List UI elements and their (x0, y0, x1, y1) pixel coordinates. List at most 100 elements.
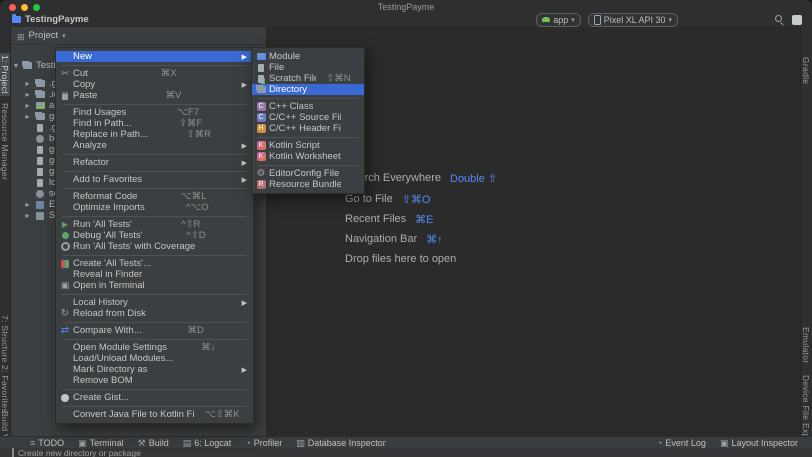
tool-window-icon (296, 438, 305, 448)
tool-window-button-todo[interactable]: TODO (30, 438, 64, 448)
submenu-item-directory[interactable]: Directory ▶ (252, 84, 364, 95)
submenu-item-icon (255, 152, 267, 161)
project-tool-window-tab[interactable]: TestingPayme (8, 13, 93, 26)
menu-item-open-module-settings[interactable]: Open Module Settings ⌘↓ ▶ (56, 342, 253, 353)
menu-item-reformat-code[interactable]: Reformat Code ⌥⌘L ▶ (56, 191, 253, 202)
submenu-item-c-c-source-file[interactable]: C/C++ Source File ▶ (252, 112, 364, 123)
submenu-arrow-icon: ▶ (242, 53, 247, 61)
tool-window-icon (30, 438, 35, 448)
menu-item-paste[interactable]: Paste ⌘V ▶ (56, 90, 253, 101)
menu-item-local-history[interactable]: Local History ▶ (56, 297, 253, 308)
tree-chevron-icon[interactable] (24, 101, 31, 110)
tool-window-button-database-inspector[interactable]: Database Inspector (296, 438, 386, 448)
welcome-shortcut-go-to-file: Go to File ⇧⌘O (345, 193, 430, 206)
tree-node-icon (34, 179, 46, 187)
menu-item-icon (59, 394, 71, 402)
stripe-item-7-structure[interactable]: 7: Structure (0, 313, 10, 365)
submenu-item-icon (255, 124, 267, 133)
submenu-item-icon (255, 75, 267, 83)
tree-node-icon (34, 146, 46, 154)
submenu-item-icon (255, 53, 267, 60)
menu-item-refactor[interactable]: Refactor ▶ (56, 157, 253, 168)
tree-node-icon (34, 135, 46, 143)
submenu-arrow-icon: ▶ (242, 142, 247, 150)
tool-window-button-6-logcat[interactable]: 6: Logcat (183, 438, 232, 448)
tree-chevron-icon[interactable] (24, 200, 31, 209)
tool-window-icon (183, 438, 192, 448)
context-menu: New ▶ ▶ Cut ⌘X ▶ Copy ▶ Paste (55, 47, 254, 424)
android-icon (542, 17, 550, 22)
menu-item-compare-with[interactable]: Compare With... ⌘D ▶ (56, 325, 253, 336)
tree-node-icon (34, 157, 46, 165)
tool-window-button-event-log[interactable]: Event Log (657, 438, 706, 448)
menu-item-load-unload-modules[interactable]: Load/Unload Modules... ▶ (56, 353, 253, 364)
chevron-down-icon[interactable]: ▾ (62, 32, 66, 40)
submenu-arrow-icon: ▶ (242, 299, 247, 307)
tool-window-bar: TODO Terminal Build 6: Logcat Profiler D… (0, 436, 812, 448)
submenu-item-icon (255, 180, 267, 189)
phone-icon (594, 15, 601, 25)
menu-item-open-in-terminal[interactable]: Open in Terminal ▶ (56, 280, 253, 291)
menu-item-add-to-favorites[interactable]: Add to Favorites ▶ (56, 174, 253, 185)
menu-item-create-gist[interactable]: Create Gist... ▶ (56, 392, 253, 403)
stripe-item-emulator[interactable]: Emulator (801, 325, 811, 365)
menu-item-debug-all-tests[interactable]: Debug 'All Tests' ^⇧D ▶ (56, 230, 253, 241)
submenu-item-icon (255, 169, 267, 179)
menu-item-run-all-tests-with-coverage[interactable]: Run 'All Tests' with Coverage ▶ (56, 241, 253, 252)
tool-window-button-terminal[interactable]: Terminal (78, 438, 124, 448)
tree-node-icon (34, 212, 46, 220)
submenu-item-file[interactable]: File ▶ (252, 62, 364, 73)
tree-chevron-icon[interactable] (24, 211, 31, 220)
left-tool-window-stripe: 1: Project Resource Manager 7: Structure2:… (0, 27, 11, 437)
tool-window-button-build[interactable]: Build (138, 438, 169, 448)
menu-item-cut[interactable]: Cut ⌘X ▶ (56, 68, 253, 79)
menu-item-icon (59, 221, 71, 229)
tool-window-icon (78, 438, 87, 448)
menu-item-new[interactable]: New ▶ (56, 51, 253, 62)
submenu-item-resource-bundle[interactable]: Resource Bundle ▶ (252, 179, 364, 190)
submenu-arrow-icon: ▶ (242, 176, 247, 184)
menu-item-find-in-path[interactable]: Find in Path... ⇧⌘F ▶ (56, 118, 253, 129)
menu-item-copy[interactable]: Copy ▶ (56, 79, 253, 90)
tree-chevron-icon[interactable] (24, 79, 31, 88)
right-tool-window-stripe: GradleEmulatorDevice File Explorer (800, 27, 812, 437)
stripe-item-gradle[interactable]: Gradle (801, 55, 811, 86)
submenu-item-kotlin-worksheet[interactable]: Kotlin Worksheet ▶ (252, 151, 364, 162)
menu-item-reload-from-disk[interactable]: Reload from Disk ▶ (56, 308, 253, 319)
project-panel-title[interactable]: Project (29, 30, 59, 41)
device-select[interactable]: Pixel XL API 30 ▾ (588, 13, 678, 27)
submenu-item-c-c-header-file[interactable]: C/C++ Header File ▶ (252, 123, 364, 134)
menu-item-run-all-tests[interactable]: Run 'All Tests' ^⇧R ▶ (56, 219, 253, 230)
submenu-item-module[interactable]: Module ▶ (252, 51, 364, 62)
tool-window-button-profiler[interactable]: Profiler (245, 438, 282, 448)
search-icon[interactable] (775, 15, 785, 25)
run-config-select[interactable]: app ▾ (536, 13, 581, 27)
tree-chevron-icon[interactable] (14, 61, 18, 70)
stripe-item-1-project[interactable]: 1: Project (0, 53, 10, 96)
tool-window-button-layout-inspector[interactable]: Layout Inspector (720, 438, 798, 448)
menu-item-mark-directory-as[interactable]: Mark Directory as ▶ (56, 364, 253, 375)
menu-item-remove-bom[interactable]: Remove BOM ▶ (56, 375, 253, 386)
tree-node-icon (34, 190, 46, 198)
submenu-item-editorconfig-file[interactable]: EditorConfig File ▶ (252, 168, 364, 179)
tree-node-icon (21, 62, 33, 69)
menu-item-replace-in-path[interactable]: Replace in Path... ⇧⌘R ▶ (56, 129, 253, 140)
submenu-item-kotlin-script[interactable]: Kotlin Script ▶ (252, 140, 364, 151)
submenu-item-icon (255, 86, 267, 93)
menu-item-reveal-in-finder[interactable]: Reveal in Finder ▶ (56, 269, 253, 280)
submenu-item-c-class[interactable]: C++ Class ▶ (252, 101, 364, 112)
stripe-item-resource-manager[interactable]: Resource Manager (0, 101, 10, 182)
tree-chevron-icon[interactable] (24, 112, 31, 121)
tree-chevron-icon[interactable] (24, 90, 31, 99)
avatar[interactable] (792, 15, 802, 25)
stripe-item-2-favorites[interactable]: 2: Favorites (0, 363, 10, 415)
tab-toolbar-row: TestingPayme app ▾ Pixel XL API 30 ▾ (0, 12, 812, 28)
menu-item-optimize-imports[interactable]: Optimize Imports ^⌥O ▶ (56, 202, 253, 213)
menu-item-find-usages[interactable]: Find Usages ⌥F7 ▶ (56, 107, 253, 118)
submenu-item-scratch-file[interactable]: Scratch File ⇧⌘N ▶ (252, 73, 364, 84)
status-message: Create new directory or package (18, 448, 141, 457)
menu-item-create-all-tests[interactable]: Create 'All Tests'... ▶ (56, 258, 253, 269)
menu-item-analyze[interactable]: Analyze ▶ (56, 140, 253, 151)
menu-item-convert-java-file-to-kotlin-file[interactable]: Convert Java File to Kotlin File ⌥⇧⌘K ▶ (56, 409, 253, 420)
menu-item-icon (59, 281, 71, 290)
